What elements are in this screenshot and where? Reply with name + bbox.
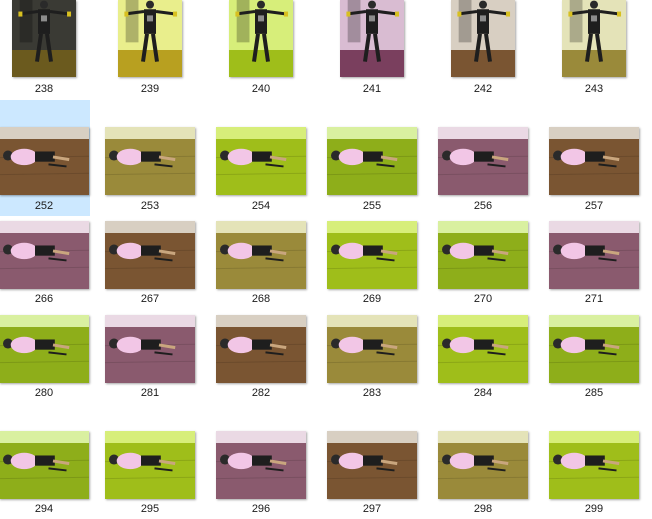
thumbnail-label: 281: [140, 387, 160, 399]
thumbnail-label: 297: [362, 503, 382, 515]
plank-photo-thumbnail: [327, 127, 417, 195]
thumbnail-label: 240: [251, 83, 271, 95]
plank-photo-thumbnail: [438, 127, 528, 195]
plank-photo-thumbnail: [549, 315, 639, 383]
plank-photo-thumbnail: [105, 127, 195, 195]
plank-photo-thumbnail: [327, 315, 417, 383]
thumbnail-item[interactable]: 238: [0, 0, 90, 99]
plank-photo-thumbnail: [216, 221, 306, 289]
thumbnail-item[interactable]: 242: [437, 0, 529, 99]
thumbnail-item[interactable]: 299: [548, 404, 640, 519]
thumbnail-label: 283: [362, 387, 382, 399]
thumbnail-label: 241: [362, 83, 382, 95]
plank-photo-thumbnail: [438, 315, 528, 383]
standing-photo-thumbnail: [562, 0, 626, 77]
thumbnail-item[interactable]: 280: [0, 288, 90, 403]
thumbnail-item[interactable]: 298: [437, 404, 529, 519]
thumbnail-label: 285: [584, 387, 604, 399]
thumbnail-label: 298: [473, 503, 493, 515]
thumbnail-item[interactable]: 284: [437, 288, 529, 403]
plank-photo-thumbnail: [549, 431, 639, 499]
thumbnail-item[interactable]: 240: [215, 0, 307, 99]
thumbnail-item[interactable]: 239: [104, 0, 196, 99]
plank-photo-thumbnail: [327, 221, 417, 289]
thumbnail-label: 299: [584, 503, 604, 515]
standing-photo-thumbnail: [118, 0, 182, 77]
thumbnail-item[interactable]: 285: [548, 288, 640, 403]
thumbnail-item[interactable]: 282: [215, 288, 307, 403]
thumbnail-item[interactable]: 241: [326, 0, 418, 99]
thumbnail-label: 280: [34, 387, 54, 399]
plank-photo-thumbnail: [549, 127, 639, 195]
thumbnail-label: 239: [140, 83, 160, 95]
plank-photo-thumbnail: [216, 431, 306, 499]
plank-photo-thumbnail: [438, 221, 528, 289]
thumbnail-label: 242: [473, 83, 493, 95]
thumbnail-item[interactable]: 294: [0, 404, 90, 519]
plank-photo-thumbnail: [216, 315, 306, 383]
plank-photo-thumbnail: [438, 431, 528, 499]
plank-photo-thumbnail: [216, 127, 306, 195]
plank-photo-thumbnail: [105, 315, 195, 383]
thumbnail-label: 243: [584, 83, 604, 95]
standing-photo-thumbnail: [340, 0, 404, 77]
thumbnail-label: 294: [34, 503, 54, 515]
thumbnail-grid: 238 239 240 241 242 243 252 253 254 255 …: [0, 0, 652, 515]
thumbnail-item[interactable]: 296: [215, 404, 307, 519]
thumbnail-label: 238: [34, 83, 54, 95]
thumbnail-item[interactable]: 295: [104, 404, 196, 519]
standing-photo-thumbnail: [451, 0, 515, 77]
plank-photo-thumbnail: [327, 431, 417, 499]
thumbnail-item[interactable]: 283: [326, 288, 418, 403]
standing-photo-thumbnail: [12, 0, 76, 77]
plank-photo-thumbnail: [549, 221, 639, 289]
thumbnail-item[interactable]: 297: [326, 404, 418, 519]
thumbnail-label: 284: [473, 387, 493, 399]
thumbnail-label: 295: [140, 503, 160, 515]
standing-photo-thumbnail: [229, 0, 293, 77]
thumbnail-item[interactable]: 243: [548, 0, 640, 99]
plank-photo-thumbnail: [0, 127, 89, 195]
plank-photo-thumbnail: [0, 221, 89, 289]
plank-photo-thumbnail: [105, 221, 195, 289]
plank-photo-thumbnail: [105, 431, 195, 499]
thumbnail-item[interactable]: 281: [104, 288, 196, 403]
thumbnail-label: 282: [251, 387, 271, 399]
plank-photo-thumbnail: [0, 431, 89, 499]
thumbnail-label: 296: [251, 503, 271, 515]
plank-photo-thumbnail: [0, 315, 89, 383]
